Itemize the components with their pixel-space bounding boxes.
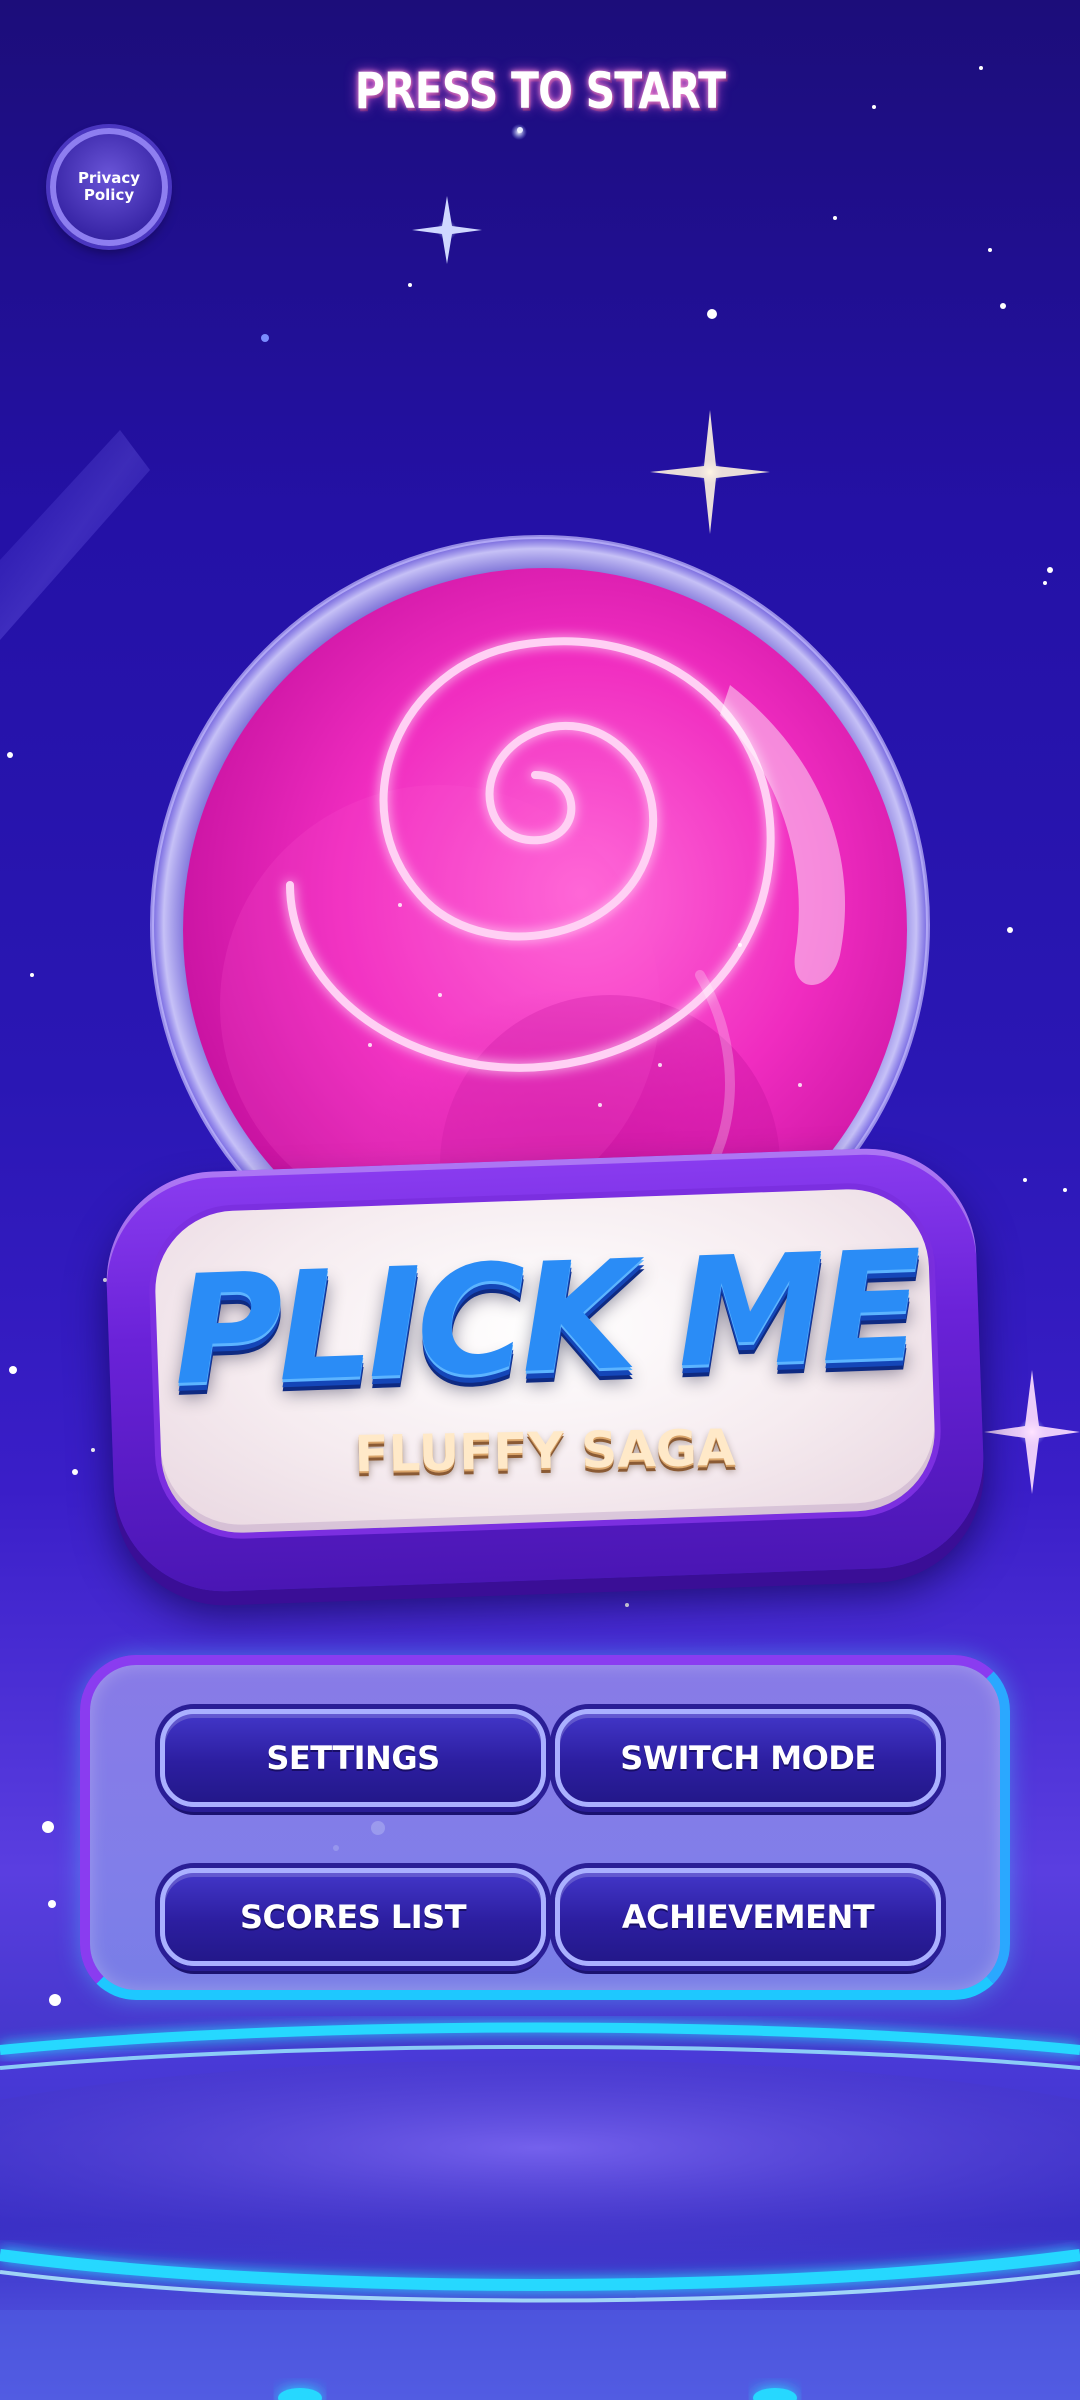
settings-button-label: SETTINGS — [266, 1739, 440, 1777]
scores-list-button[interactable]: SCORES LIST — [160, 1868, 546, 1966]
switch-mode-button-label: SWITCH MODE — [620, 1739, 876, 1777]
privacy-policy-label: Privacy Policy — [77, 169, 141, 204]
game-start-screen[interactable]: PRESS TO START Privacy Policy PLICK ME F… — [0, 0, 1080, 2400]
sparkle-star-icon — [412, 196, 482, 264]
game-logo: PLICK ME FLUFFY SAGA — [102, 1144, 988, 1596]
logo-title: PLICK ME — [170, 1219, 920, 1419]
achievement-button-label: ACHIEVEMENT — [621, 1898, 875, 1936]
achievement-button[interactable]: ACHIEVEMENT — [555, 1868, 941, 1966]
switch-mode-button[interactable]: SWITCH MODE — [555, 1709, 941, 1807]
scores-list-button-label: SCORES LIST — [239, 1898, 467, 1936]
neon-stage-platform — [0, 2022, 1080, 2400]
privacy-policy-button[interactable]: Privacy Policy — [50, 128, 168, 246]
press-to-start-label[interactable]: PRESS TO START — [97, 62, 983, 120]
settings-button[interactable]: SETTINGS — [160, 1709, 546, 1807]
main-menu-panel: SETTINGS SWITCH MODE SCORES LIST ACHIEVE… — [80, 1655, 1010, 2000]
